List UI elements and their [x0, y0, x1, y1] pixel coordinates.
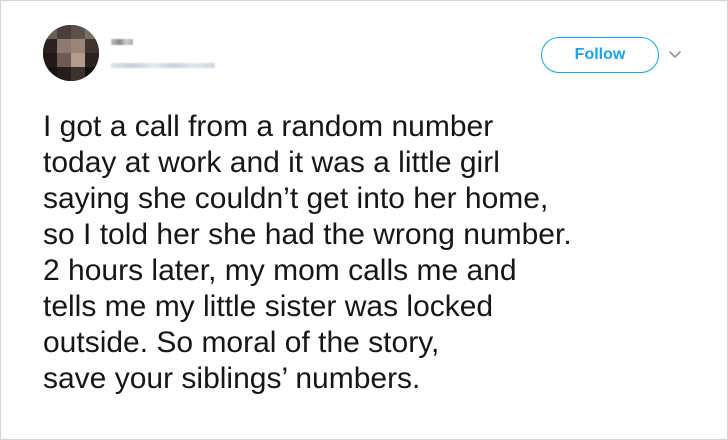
author-handle-blurred[interactable]: [111, 63, 215, 68]
tweet-text-line: today at work and it was a little girl: [43, 146, 500, 179]
chevron-down-icon[interactable]: [665, 45, 685, 65]
tweet-text: I got a call from a random number today …: [43, 109, 703, 397]
avatar-image: [43, 25, 99, 81]
tweet-text-line: 2 hours later, my mom calls me and: [43, 254, 517, 287]
tweet-text-line: tells me my little sister was locked: [43, 290, 494, 323]
tweet-text-line: save your siblings’ numbers.: [43, 362, 421, 395]
author-name-blurred[interactable]: [111, 39, 133, 45]
tweet-text-line: saying she couldn’t get into her home,: [43, 182, 549, 215]
tweet-text-line: I got a call from a random number: [43, 110, 494, 143]
tweet-text-line: so I told her she had the wrong number.: [43, 218, 572, 251]
follow-button[interactable]: Follow: [541, 37, 659, 73]
tweet-text-line: outside. So moral of the story,: [43, 326, 440, 359]
avatar[interactable]: [43, 25, 99, 81]
tweet-card: Follow I got a call from a random number…: [0, 0, 728, 440]
